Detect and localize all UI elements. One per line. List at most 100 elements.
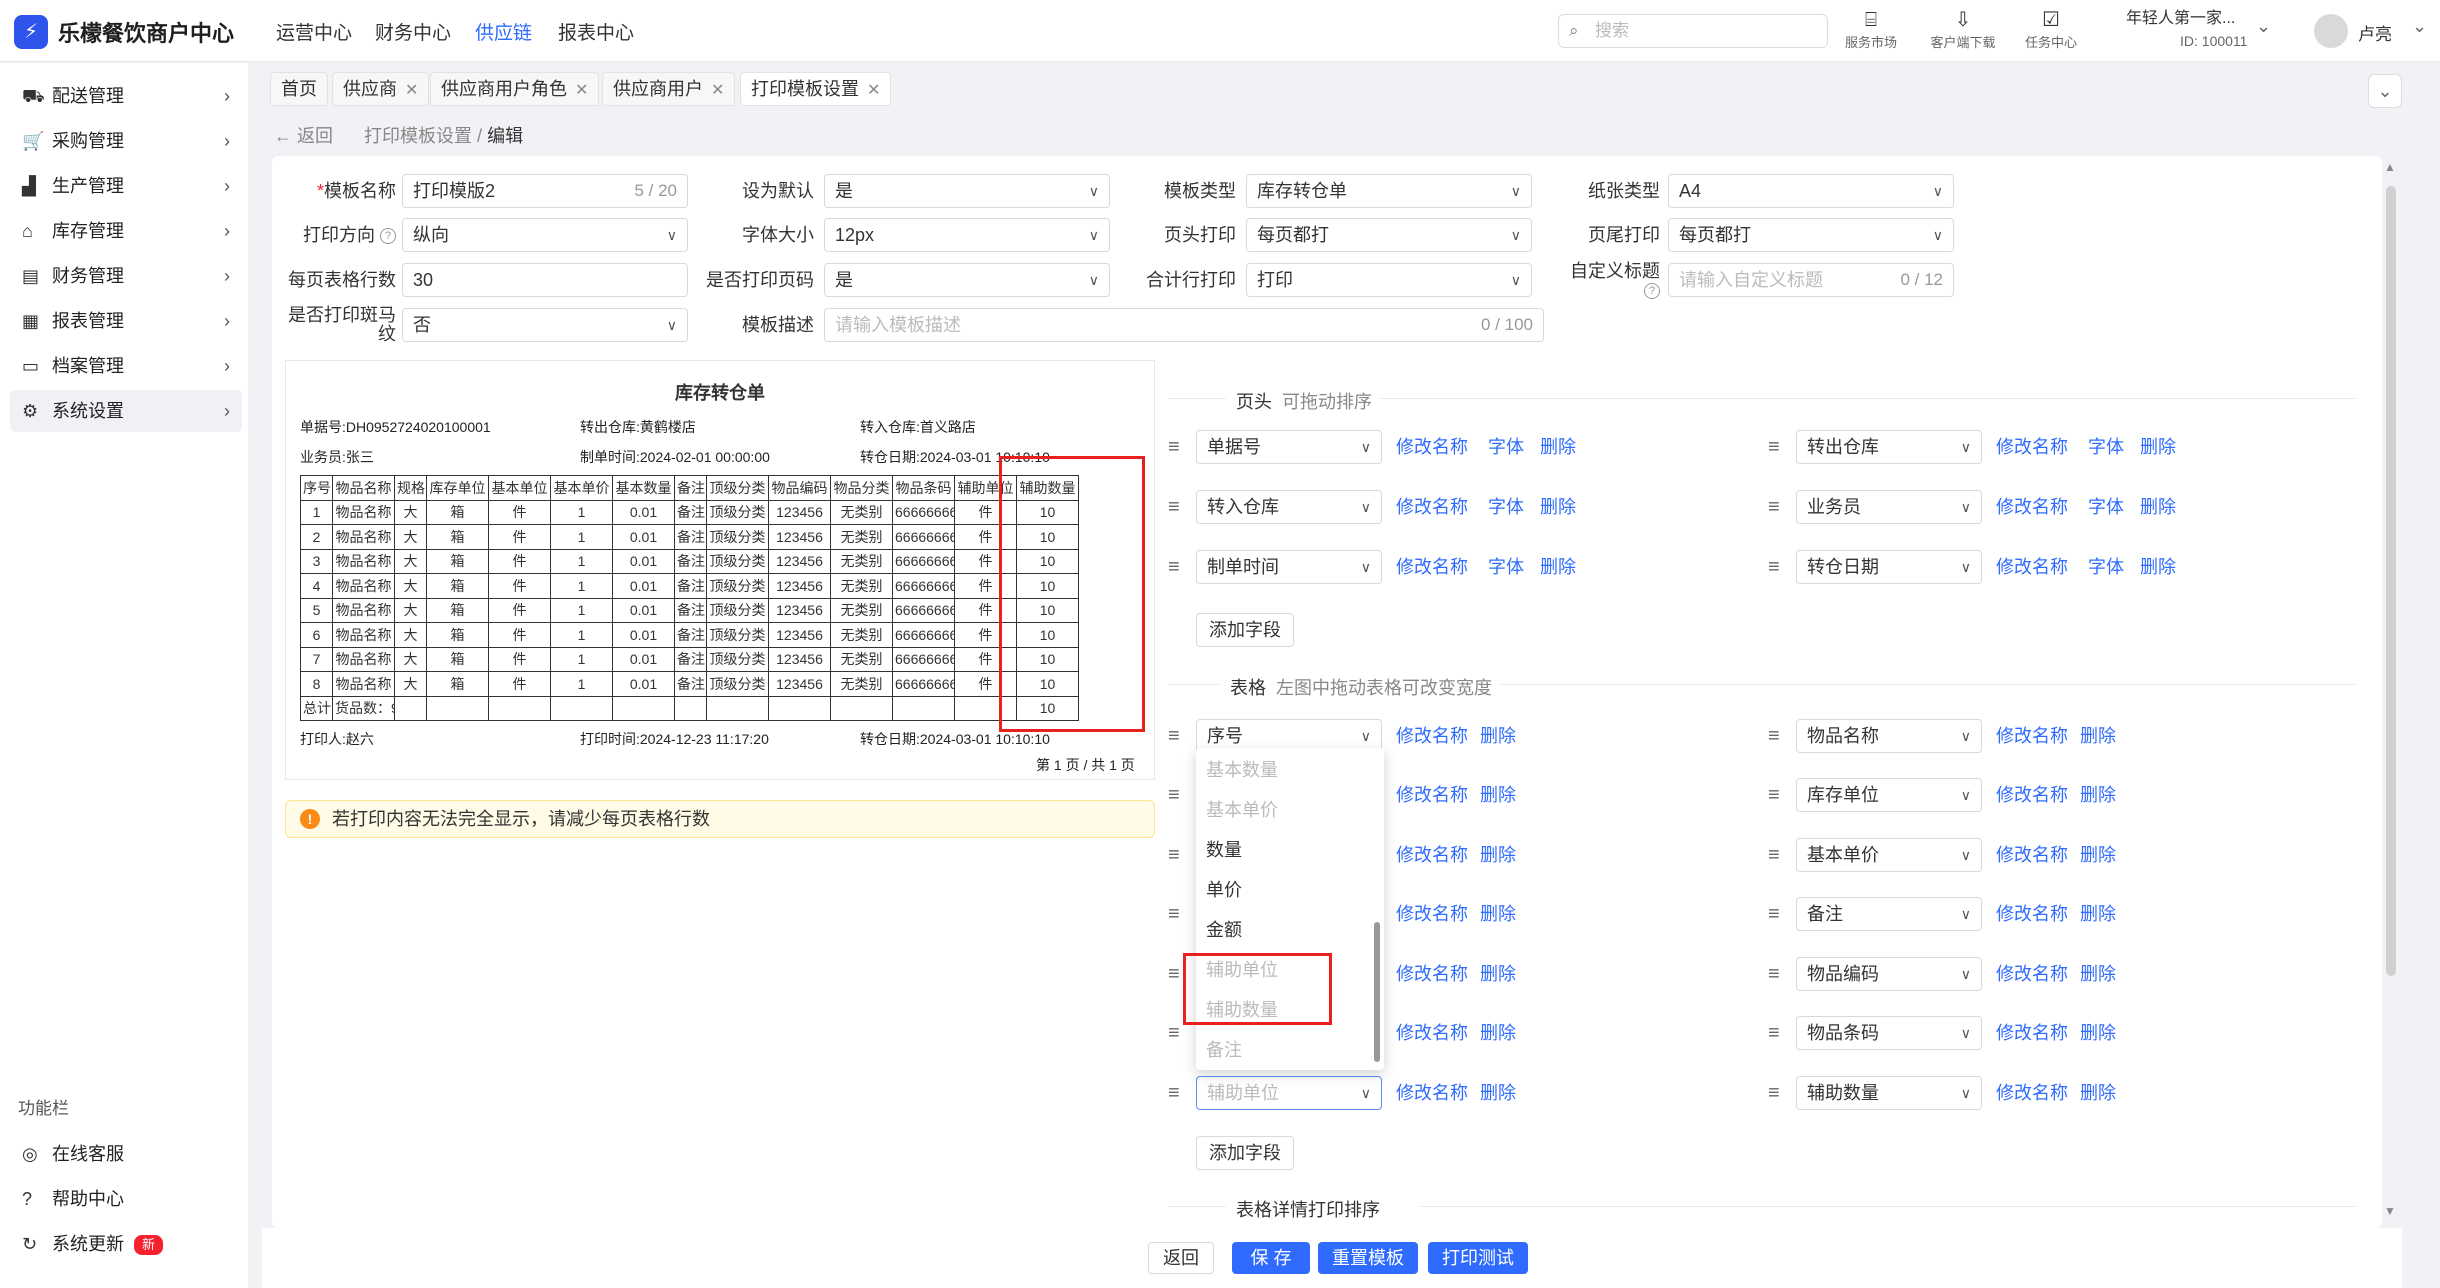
delete-link[interactable]: 删除 xyxy=(1480,1076,1516,1110)
font-size-select[interactable]: 12px ∨ xyxy=(824,218,1110,252)
rename-link[interactable]: 修改名称 xyxy=(1396,1016,1468,1050)
rename-link[interactable]: 修改名称 xyxy=(1396,430,1468,464)
delete-link[interactable]: 删除 xyxy=(2140,430,2176,464)
delete-link[interactable]: 删除 xyxy=(2080,719,2116,753)
sidebar-item-settings[interactable]: ⚙ 系统设置 › xyxy=(10,390,242,432)
table-field-select[interactable]: 库存单位 ∨ xyxy=(1796,778,1982,812)
rename-link[interactable]: 修改名称 xyxy=(1396,490,1468,524)
rename-link[interactable]: 修改名称 xyxy=(1996,430,2068,464)
rename-link[interactable]: 修改名称 xyxy=(1996,719,2068,753)
table-field-select[interactable]: 基本单价 ∨ xyxy=(1796,838,1982,872)
table-field-select[interactable]: 物品编码 ∨ xyxy=(1796,957,1982,991)
total-row-select[interactable]: 打印 ∨ xyxy=(1246,263,1532,297)
delete-link[interactable]: 删除 xyxy=(1540,430,1576,464)
delete-link[interactable]: 删除 xyxy=(2080,1016,2116,1050)
close-icon[interactable]: ✕ xyxy=(711,82,724,99)
delete-link[interactable]: 删除 xyxy=(1480,838,1516,872)
zebra-select[interactable]: 否 ∨ xyxy=(402,308,688,342)
rename-link[interactable]: 修改名称 xyxy=(1396,957,1468,991)
rows-per-page-input[interactable]: 30 xyxy=(402,263,688,297)
func-item-update[interactable]: ↻ 系统更新新 xyxy=(10,1223,242,1265)
avatar[interactable] xyxy=(2314,14,2348,48)
template-type-select[interactable]: 库存转仓单 ∨ xyxy=(1246,174,1532,208)
header-field-select[interactable]: 转仓日期 ∨ xyxy=(1796,550,1982,584)
delete-link[interactable]: 删除 xyxy=(2140,490,2176,524)
header-field-select[interactable]: 制单时间 ∨ xyxy=(1196,550,1382,584)
scroll-up-icon[interactable]: ▲ xyxy=(2384,160,2396,174)
rename-link[interactable]: 修改名称 xyxy=(1996,490,2068,524)
header-print-select[interactable]: 每页都打 ∨ xyxy=(1246,218,1532,252)
drag-handle-icon[interactable]: ≡ xyxy=(1168,1083,1180,1103)
tabs-collapse-button[interactable]: ⌄ xyxy=(2368,74,2402,108)
topnav-operations[interactable]: 运营中心 xyxy=(276,18,352,45)
custom-title-input[interactable]: 请输入自定义标题 0 / 12 xyxy=(1668,263,1954,297)
table-field-select[interactable]: 辅助数量 ∨ xyxy=(1796,1076,1982,1110)
tab-supplier-user[interactable]: 供应商用户 ✕ xyxy=(602,72,736,106)
drag-handle-icon[interactable]: ≡ xyxy=(1168,904,1180,924)
drag-handle-icon[interactable]: ≡ xyxy=(1168,497,1180,517)
font-link[interactable]: 字体 xyxy=(2088,550,2124,584)
table-field-select[interactable]: 备注 ∨ xyxy=(1796,897,1982,931)
rename-link[interactable]: 修改名称 xyxy=(1996,778,2068,812)
delete-link[interactable]: 删除 xyxy=(2080,1076,2116,1110)
table-field-select[interactable]: 物品条码 ∨ xyxy=(1796,1016,1982,1050)
option-qty[interactable]: 数量 xyxy=(1206,838,1242,862)
topnav-supply-chain[interactable]: 供应链 xyxy=(475,18,532,45)
set-default-select[interactable]: 是 ∨ xyxy=(824,174,1110,208)
rename-link[interactable]: 修改名称 xyxy=(1396,778,1468,812)
tab-supplier[interactable]: 供应商 ✕ xyxy=(332,72,430,106)
tool-task-center[interactable]: ☑ 任务中心 xyxy=(2006,8,2096,51)
delete-link[interactable]: 删除 xyxy=(1480,778,1516,812)
rename-link[interactable]: 修改名称 xyxy=(1996,1076,2068,1110)
close-icon[interactable]: ✕ xyxy=(575,82,588,99)
close-icon[interactable]: ✕ xyxy=(405,82,418,99)
rename-link[interactable]: 修改名称 xyxy=(1996,897,2068,931)
rename-link[interactable]: 修改名称 xyxy=(1996,957,2068,991)
reset-template-button[interactable]: 重置模板 xyxy=(1318,1242,1418,1274)
description-input[interactable]: 请输入模板描述 0 / 100 xyxy=(824,308,1544,342)
drag-handle-icon[interactable]: ≡ xyxy=(1768,557,1780,577)
template-name-input[interactable]: 打印模版2 5 / 20 xyxy=(402,174,688,208)
drag-handle-icon[interactable]: ≡ xyxy=(1168,964,1180,984)
tool-service-market[interactable]: ⌸ 服务市场 xyxy=(1826,8,1916,51)
drag-handle-icon[interactable]: ≡ xyxy=(1168,437,1180,457)
drag-handle-icon[interactable]: ≡ xyxy=(1768,726,1780,746)
drag-handle-icon[interactable]: ≡ xyxy=(1168,785,1180,805)
header-add-field-button[interactable]: 添加字段 xyxy=(1196,613,1294,647)
drag-handle-icon[interactable]: ≡ xyxy=(1768,497,1780,517)
table-add-field-button[interactable]: 添加字段 xyxy=(1196,1136,1294,1170)
drag-handle-icon[interactable]: ≡ xyxy=(1768,845,1780,865)
print-page-no-select[interactable]: 是 ∨ xyxy=(824,263,1110,297)
drag-handle-icon[interactable]: ≡ xyxy=(1168,557,1180,577)
delete-link[interactable]: 删除 xyxy=(2080,838,2116,872)
func-item-online-service[interactable]: ◎ 在线客服 xyxy=(10,1133,242,1175)
drag-handle-icon[interactable]: ≡ xyxy=(1768,1023,1780,1043)
option-price[interactable]: 单价 xyxy=(1206,878,1242,902)
delete-link[interactable]: 删除 xyxy=(1480,897,1516,931)
rename-link[interactable]: 修改名称 xyxy=(1396,1076,1468,1110)
font-link[interactable]: 字体 xyxy=(1488,490,1524,524)
scroll-down-icon[interactable]: ▼ xyxy=(2384,1204,2396,1218)
search-input[interactable]: ⌕ 搜索 xyxy=(1558,14,1828,48)
font-link[interactable]: 字体 xyxy=(1488,550,1524,584)
back-link[interactable]: ← 返回 xyxy=(274,126,333,146)
delete-link[interactable]: 删除 xyxy=(1480,957,1516,991)
drag-handle-icon[interactable]: ≡ xyxy=(1768,785,1780,805)
drag-handle-icon[interactable]: ≡ xyxy=(1168,1023,1180,1043)
drag-handle-icon[interactable]: ≡ xyxy=(1168,726,1180,746)
topnav-finance[interactable]: 财务中心 xyxy=(375,18,451,45)
breadcrumb-parent[interactable]: 打印模板设置 xyxy=(364,126,472,146)
rename-link[interactable]: 修改名称 xyxy=(1996,550,2068,584)
sidebar-item-archive[interactable]: ▭ 档案管理 › xyxy=(10,345,242,387)
delete-link[interactable]: 删除 xyxy=(2080,897,2116,931)
close-icon[interactable]: ✕ xyxy=(867,82,880,99)
sidebar-item-inventory[interactable]: ⌂ 库存管理 › xyxy=(10,210,242,252)
rename-link[interactable]: 修改名称 xyxy=(1396,897,1468,931)
page-scrollbar[interactable] xyxy=(2386,186,2396,976)
delete-link[interactable]: 删除 xyxy=(1480,719,1516,753)
delete-link[interactable]: 删除 xyxy=(2080,957,2116,991)
drag-handle-icon[interactable]: ≡ xyxy=(1768,904,1780,924)
delete-link[interactable]: 删除 xyxy=(1540,490,1576,524)
print-test-button[interactable]: 打印测试 xyxy=(1428,1242,1528,1274)
option-amount[interactable]: 金额 xyxy=(1206,918,1242,942)
